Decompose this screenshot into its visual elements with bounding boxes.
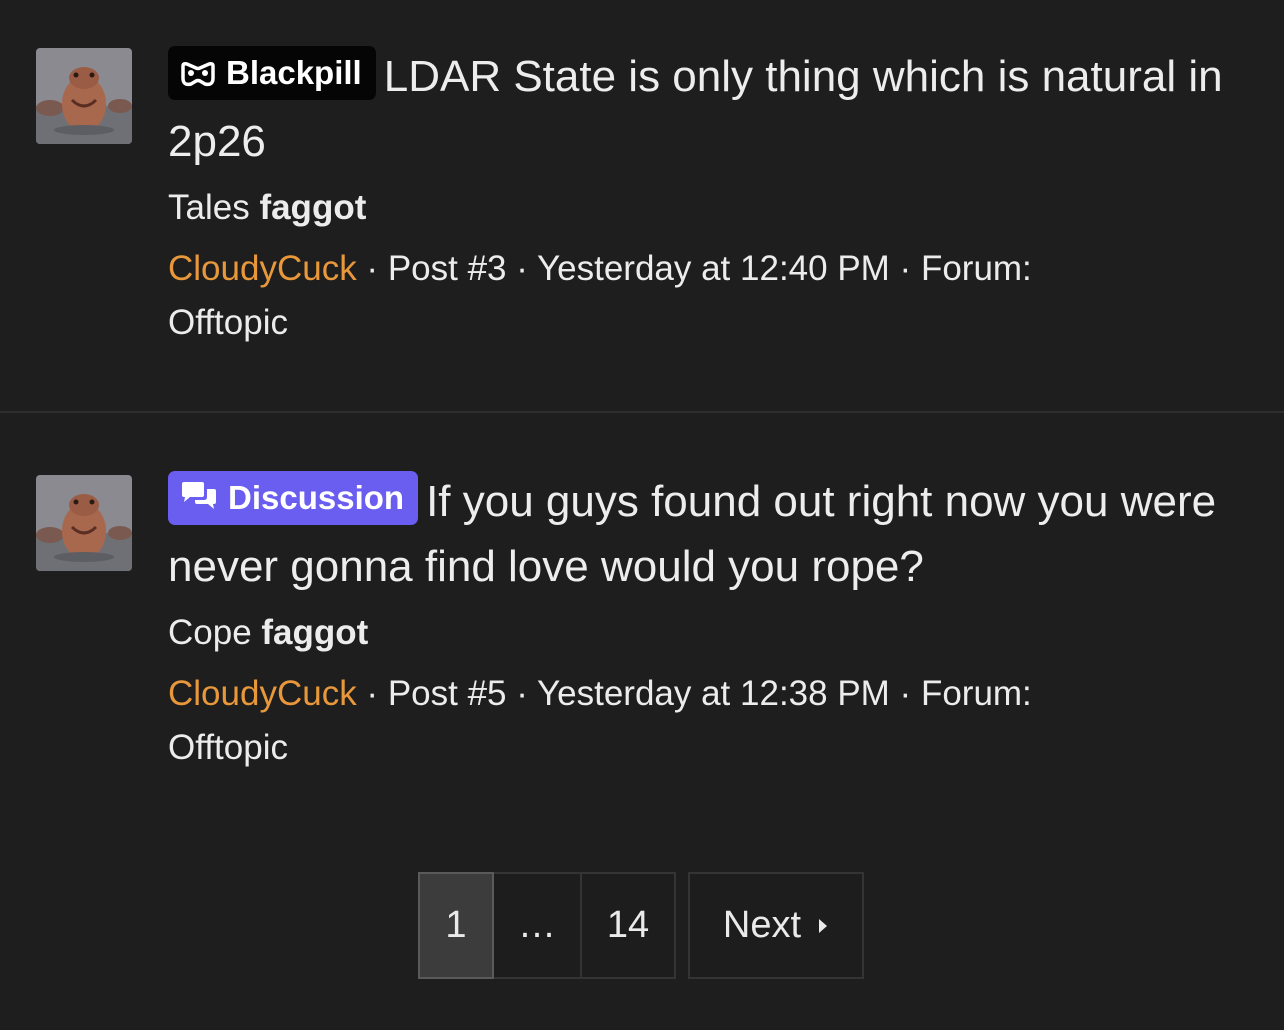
- next-page-button[interactable]: Next: [688, 872, 864, 979]
- prefix-label[interactable]: Discussion: [168, 471, 419, 525]
- post-number: Post #5: [387, 674, 507, 713]
- meta-separator: ·: [356, 674, 388, 713]
- next-label: Next: [722, 904, 802, 946]
- post-time: Yesterday at 12:38 PM: [537, 674, 890, 713]
- post-time: Yesterday at 12:40 PM: [537, 249, 890, 288]
- page-1-button[interactable]: 1: [418, 872, 494, 979]
- author-link[interactable]: CloudyCuck: [168, 249, 357, 288]
- forum-link[interactable]: Offtopic: [168, 728, 288, 767]
- snippet-highlight: faggot: [261, 613, 369, 652]
- prefix-text: Blackpill: [226, 54, 362, 91]
- post-snippet: Tales faggot: [168, 186, 1254, 230]
- snippet-text: Cope: [168, 613, 262, 652]
- caret-right-icon: [819, 918, 828, 933]
- snippet-text: Tales: [168, 188, 260, 227]
- search-result-post: Blackpill LDAR State is only thing which …: [0, 0, 1284, 413]
- search-result-post: Discussion If you guys found out right no…: [0, 413, 1284, 849]
- forum-link[interactable]: Offtopic: [168, 303, 288, 342]
- author-link[interactable]: CloudyCuck: [168, 674, 357, 713]
- snippet-highlight: faggot: [259, 188, 367, 227]
- post-title[interactable]: Blackpill LDAR State is only thing which …: [168, 44, 1254, 174]
- meta-separator: ·: [356, 249, 388, 288]
- meta-separator: ·: [506, 249, 537, 288]
- post-title[interactable]: Discussion If you guys found out right no…: [168, 469, 1254, 599]
- meta-separator: ·: [889, 249, 921, 288]
- page-jump-button[interactable]: …: [492, 872, 582, 979]
- meta-separator: ·: [506, 674, 537, 713]
- prefix-label[interactable]: Blackpill: [168, 46, 376, 100]
- forum-label: Forum:: [920, 674, 1032, 713]
- speech-bubbles-icon: [182, 482, 216, 509]
- meta-separator: ·: [889, 674, 921, 713]
- avatar[interactable]: [36, 48, 132, 144]
- forum-label: Forum:: [920, 249, 1032, 288]
- page-14-button[interactable]: 14: [580, 872, 676, 979]
- mask-icon: [181, 62, 215, 87]
- avatar[interactable]: [36, 475, 132, 571]
- pagination: 1 … 14 Next: [418, 872, 864, 979]
- post-number: Post #3: [387, 249, 507, 288]
- post-meta: CloudyCuck · Post #5 · Yesterday at 12:3…: [168, 667, 1254, 775]
- prefix-text: Discussion: [228, 479, 405, 516]
- post-meta: CloudyCuck · Post #3 · Yesterday at 12:4…: [168, 242, 1254, 350]
- post-snippet: Cope faggot: [168, 611, 1254, 655]
